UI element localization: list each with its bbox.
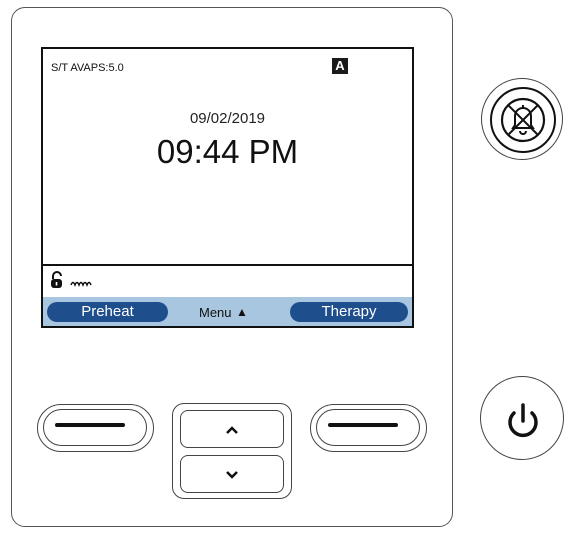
status-divider (43, 264, 412, 266)
alarm-silence-button[interactable] (481, 78, 563, 160)
chevron-up-icon (181, 422, 283, 440)
up-button[interactable] (180, 410, 284, 448)
unlock-icon (50, 271, 66, 294)
dash-icon (55, 423, 125, 427)
chevron-down-icon (181, 467, 283, 485)
softkey-bar: Preheat Menu ▲ Therapy (43, 297, 412, 326)
menu-softkey[interactable]: Menu (199, 305, 232, 320)
humidifier-icon (70, 277, 94, 295)
power-icon (508, 403, 538, 438)
time-display: 09:44 PM (156, 133, 299, 170)
down-button[interactable] (180, 455, 284, 493)
left-soft-key-button[interactable] (37, 404, 154, 452)
alarm-silence-icon (490, 87, 556, 153)
right-soft-key-inner (316, 409, 420, 446)
navigation-pad (172, 403, 292, 499)
date-display: 09/02/2019 (189, 110, 266, 127)
therapy-mode-label: S/T AVAPS:5.0 (51, 62, 124, 74)
a-badge: A (332, 58, 348, 74)
right-soft-key-button[interactable] (310, 404, 427, 452)
preheat-softkey[interactable]: Preheat (47, 302, 168, 322)
therapy-softkey[interactable]: Therapy (290, 302, 408, 322)
power-button[interactable] (480, 376, 564, 460)
menu-up-arrow-icon: ▲ (236, 305, 248, 319)
display-screen: S/T AVAPS:5.0 A 09/02/2019 09:44 PM Preh… (41, 47, 414, 328)
dash-icon (328, 423, 398, 427)
left-soft-key-inner (43, 409, 147, 446)
